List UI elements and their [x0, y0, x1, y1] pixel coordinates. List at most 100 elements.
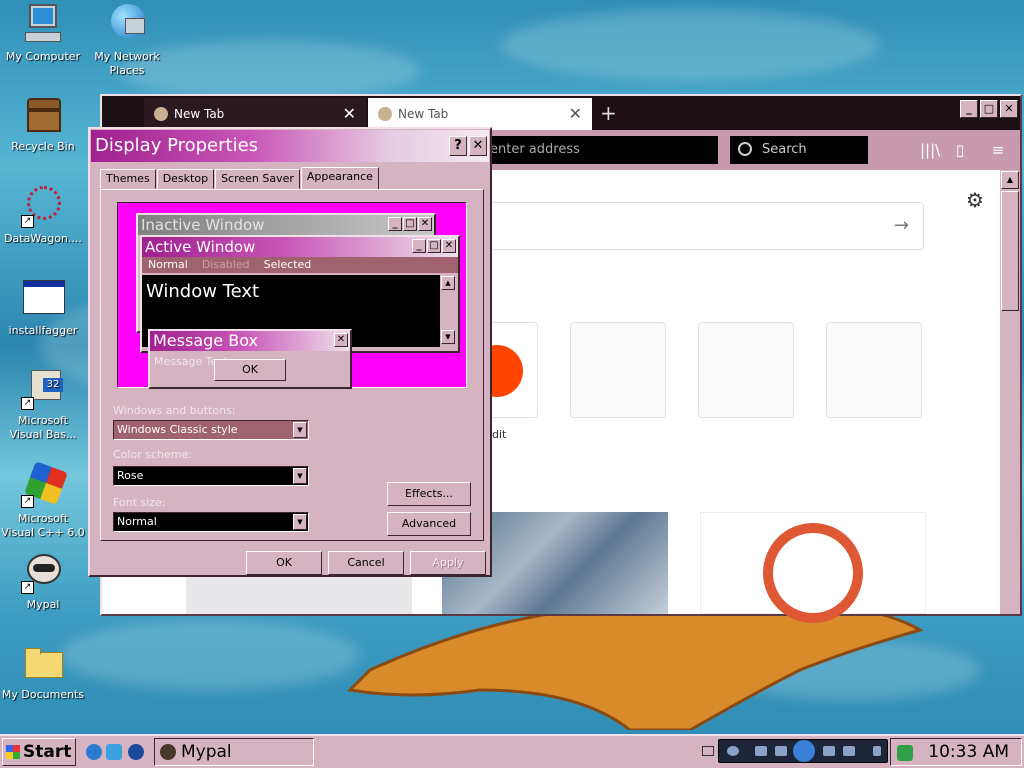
search-input[interactable]: Search: [730, 136, 868, 164]
stop-icon[interactable]: [755, 746, 767, 756]
display-properties-dialog: Display Properties ? ✕ Themes Desktop Sc…: [88, 127, 492, 577]
dialog-title-bar[interactable]: Display Properties ? ✕: [91, 130, 489, 162]
chevron-down-icon[interactable]: ▼: [293, 468, 307, 484]
new-tab-button[interactable]: +: [600, 98, 617, 128]
restore-icon[interactable]: [873, 746, 881, 756]
close-icon: ✕: [334, 333, 348, 347]
sidebar-icon[interactable]: ▯: [950, 140, 970, 160]
advanced-button[interactable]: Advanced: [387, 512, 471, 536]
desktop-icon-network-places[interactable]: My Network Places: [82, 2, 172, 78]
close-tab-icon[interactable]: ✕: [343, 98, 356, 130]
cancel-button[interactable]: Cancel: [328, 551, 404, 575]
tab-desktop[interactable]: Desktop: [156, 169, 215, 189]
tab-new-tab-2[interactable]: New Tab ✕: [368, 98, 592, 130]
library-icon[interactable]: |||\: [920, 140, 940, 160]
highlight-card-duckduckgo[interactable]: [700, 512, 926, 623]
media-player-quicklaunch-icon[interactable]: [128, 744, 144, 760]
menu-icon[interactable]: ≡: [988, 140, 1008, 160]
raccoon-icon: [378, 107, 392, 121]
top-site-empty[interactable]: [570, 322, 666, 418]
task-button-mypal[interactable]: Mypal: [154, 738, 314, 766]
windows-buttons-value: Windows Classic style: [117, 423, 238, 436]
computer-icon: [21, 2, 65, 46]
start-button[interactable]: Start: [2, 738, 76, 766]
chevron-down-icon[interactable]: ▼: [293, 422, 307, 438]
scroll-up-icon[interactable]: ▲: [1001, 171, 1019, 189]
play-small-icon[interactable]: [727, 746, 739, 756]
chevron-down-icon[interactable]: ▼: [293, 514, 307, 530]
settings-gear-icon[interactable]: ⚙: [966, 188, 984, 212]
media-player-toolbar: [718, 739, 888, 763]
shortcut-arrow-icon: ↗: [21, 397, 34, 410]
help-button[interactable]: ?: [449, 136, 467, 156]
dialog-tabs: Themes Desktop Screen Saver Appearance: [100, 167, 380, 189]
close-tab-icon[interactable]: ✕: [569, 98, 582, 130]
desktop-icon-label: DataWagon....: [4, 232, 82, 245]
shortcut-arrow-icon: ↗: [21, 581, 34, 594]
desktop-icon-mypal[interactable]: ↗ Mypal: [0, 550, 88, 612]
task-label: Mypal: [181, 742, 232, 762]
scroll-thumb[interactable]: [1001, 191, 1019, 311]
top-site-empty[interactable]: [826, 322, 922, 418]
menu-selected: Selected: [263, 258, 312, 271]
color-scheme-label: Color scheme:: [113, 448, 192, 461]
url-input[interactable]: enter address: [482, 136, 718, 164]
previous-icon[interactable]: [775, 746, 787, 756]
keyboard-icon[interactable]: [702, 746, 714, 756]
volume-icon[interactable]: [843, 746, 855, 756]
windows-buttons-label: Windows and buttons:: [113, 404, 236, 417]
desktop-icon-label: installfagger: [8, 324, 78, 337]
dialog-title: Display Properties: [95, 135, 259, 156]
color-scheme-select[interactable]: Rose ▼: [113, 466, 309, 486]
raccoon-icon: ↗: [21, 550, 65, 594]
vertical-scrollbar[interactable]: ▲: [1000, 170, 1020, 614]
close-window-button[interactable]: ✕: [1000, 100, 1018, 118]
page-search-box[interactable]: →: [472, 202, 924, 250]
ok-button[interactable]: OK: [246, 551, 322, 575]
tab-new-tab-1[interactable]: New Tab ✕: [144, 98, 366, 130]
ie-quicklaunch-icon[interactable]: [86, 744, 102, 760]
desktop-icon-label: Recycle Bin: [11, 140, 75, 153]
tab-screen-saver[interactable]: Screen Saver: [215, 169, 300, 189]
close-button[interactable]: ✕: [469, 136, 487, 156]
preview-message-box: Message Box ✕ Message Text OK: [148, 329, 352, 389]
maximize-icon: □: [403, 217, 417, 231]
desktop-icon-label: Microsoft Visual Bas...: [9, 414, 77, 441]
outlook-quicklaunch-icon[interactable]: [106, 744, 122, 760]
desktop-icon-my-computer[interactable]: My Computer: [0, 2, 88, 64]
desktop-icon-datawagon[interactable]: ↗ DataWagon....: [0, 184, 88, 246]
tab-strip: New Tab ✕ New Tab ✕ + _ □ ✕: [102, 96, 1020, 130]
windows-buttons-select[interactable]: Windows Classic style ▼: [113, 420, 309, 440]
arrow-right-icon[interactable]: →: [894, 215, 909, 236]
scroll-up-icon: ▲: [441, 276, 455, 290]
font-size-select[interactable]: Normal ▼: [113, 512, 309, 532]
maximize-button[interactable]: □: [980, 100, 998, 118]
desktop-icon-visual-cpp[interactable]: ↗ Microsoft Visual C++ 6.0: [0, 461, 88, 540]
raccoon-icon: [160, 744, 176, 760]
clock[interactable]: 10:33 AM: [928, 739, 1009, 765]
next-icon[interactable]: [823, 746, 835, 756]
desktop-icon-label: My Documents: [1, 688, 85, 701]
search-icon: [738, 142, 752, 156]
desktop-icon-my-documents[interactable]: My Documents: [0, 640, 88, 702]
apply-button[interactable]: Apply: [410, 551, 486, 575]
start-label: Start: [23, 742, 72, 762]
desktop-icon-installfagger[interactable]: installfagger: [0, 276, 88, 338]
appearance-preview: Inactive Window _ □ ✕ Active Window _ □ ✕ No…: [117, 202, 467, 389]
top-site-empty[interactable]: [698, 322, 794, 418]
desktop-icon-label: My Computer: [5, 50, 81, 63]
desktop-icon-recycle-bin[interactable]: Recycle Bin: [0, 92, 88, 154]
recycle-bin-icon: [21, 92, 65, 136]
color-scheme-value: Rose: [117, 469, 144, 482]
duckduckgo-logo-icon: [763, 523, 863, 623]
minimize-button[interactable]: _: [960, 100, 978, 118]
tray-app-icon[interactable]: [897, 745, 913, 761]
desktop-icon-visual-basic[interactable]: 32 ↗ Microsoft Visual Bas...: [0, 366, 88, 442]
tab-themes[interactable]: Themes: [100, 169, 156, 189]
close-icon: ✕: [418, 217, 432, 231]
play-icon[interactable]: [793, 740, 815, 762]
desktop-icon-label: Mypal: [26, 598, 60, 611]
globe-icon: [105, 2, 149, 46]
effects-button[interactable]: Effects...: [387, 482, 471, 506]
tab-appearance[interactable]: Appearance: [300, 167, 379, 189]
